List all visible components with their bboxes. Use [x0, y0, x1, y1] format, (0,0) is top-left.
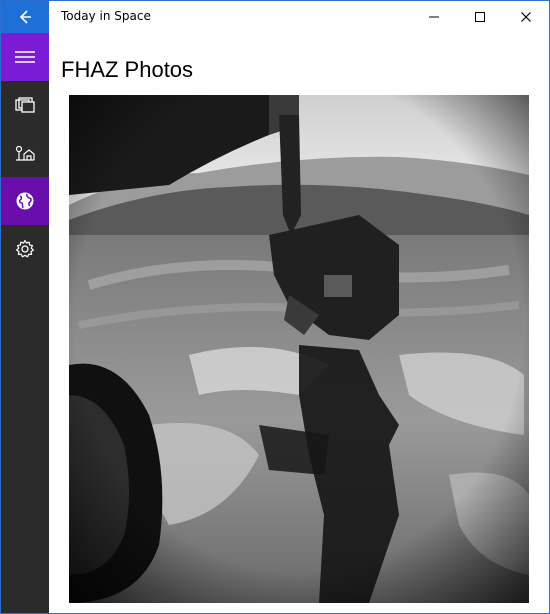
maximize-icon — [475, 12, 485, 22]
globe-icon — [16, 192, 34, 210]
nav-sidebar — [1, 33, 49, 613]
page-title: FHAZ Photos — [61, 57, 194, 82]
nav-item-settings[interactable] — [1, 225, 49, 273]
back-button[interactable] — [1, 1, 49, 33]
main-content: FHAZ Photos — [49, 33, 549, 613]
nav-item-globe[interactable] — [1, 177, 49, 225]
hamburger-icon — [15, 51, 35, 63]
minimize-button[interactable] — [411, 1, 457, 33]
rover-icon — [15, 145, 35, 161]
rover-photo — [69, 95, 529, 603]
gear-icon — [16, 239, 34, 258]
nav-item-gallery[interactable] — [1, 81, 49, 129]
close-button[interactable] — [503, 1, 549, 33]
title-bar: Today in Space — [1, 1, 549, 33]
window-title: Today in Space — [61, 9, 151, 23]
app-window: Today in Space FHAZ Photos — [0, 0, 550, 614]
minimize-icon — [429, 16, 439, 18]
hamburger-button[interactable] — [1, 33, 49, 81]
nav-item-rover[interactable] — [1, 129, 49, 177]
gallery-icon — [15, 97, 35, 113]
close-icon — [521, 12, 531, 22]
arrow-left-icon — [19, 10, 31, 24]
maximize-button[interactable] — [457, 1, 503, 33]
